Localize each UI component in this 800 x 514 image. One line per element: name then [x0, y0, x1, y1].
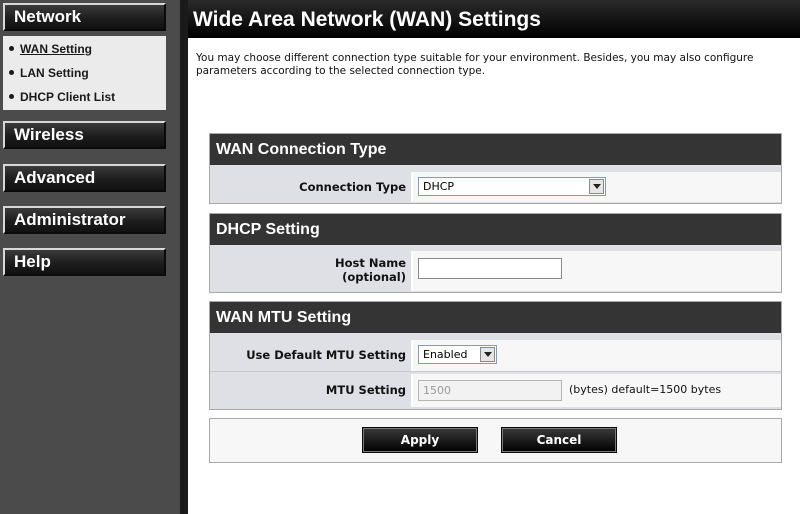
- page-header: Wide Area Network (WAN) Settings: [188, 0, 800, 38]
- cancel-button[interactable]: Cancel: [501, 427, 617, 453]
- connection-type-label: Connection Type: [210, 172, 411, 202]
- sidebar-divider: [180, 0, 188, 514]
- bullet-icon: [9, 70, 14, 76]
- submenu-item-lan-setting[interactable]: LAN Setting: [9, 66, 89, 80]
- submenu-item-label: DHCP Client List: [20, 90, 116, 104]
- dhcp-setting-panel: DHCP Setting Host Name (optional): [209, 213, 782, 293]
- connection-type-row: Connection Type DHCP: [210, 172, 781, 202]
- menu-network-button[interactable]: Network: [3, 3, 166, 31]
- menu-advanced-button[interactable]: Advanced: [3, 164, 166, 192]
- wan-mtu-panel: WAN MTU Setting Use Default MTU Setting …: [209, 301, 782, 410]
- submenu-item-dhcp-client-list[interactable]: DHCP Client List: [9, 90, 115, 104]
- menu-administrator-button[interactable]: Administrator: [3, 206, 166, 234]
- menu-help-button[interactable]: Help: [3, 248, 166, 276]
- bullet-icon: [9, 94, 14, 100]
- default-mtu-selected: Enabled: [423, 348, 468, 361]
- submenu-item-wan-setting[interactable]: WAN Setting: [9, 42, 92, 56]
- connection-type-select[interactable]: DHCP: [418, 177, 606, 196]
- host-name-label-line2: (optional): [342, 270, 406, 284]
- page-title: Wide Area Network (WAN) Settings: [193, 8, 541, 31]
- mtu-setting-value-cell: 1500 (bytes) default=1500 bytes: [413, 374, 781, 407]
- bullet-icon: [9, 46, 14, 52]
- panel-title: WAN MTU Setting: [210, 302, 781, 333]
- actions-panel: Apply Cancel: [209, 418, 782, 463]
- mtu-input[interactable]: 1500: [418, 380, 562, 401]
- mtu-setting-row: MTU Setting 1500 (bytes) default=1500 by…: [210, 374, 781, 407]
- chevron-down-icon[interactable]: [589, 179, 604, 194]
- connection-type-value-cell: DHCP: [413, 172, 781, 202]
- host-name-row: Host Name (optional): [210, 251, 781, 291]
- submenu-item-label: LAN Setting: [20, 66, 89, 80]
- row-divider: [210, 371, 781, 372]
- mtu-setting-label: MTU Setting: [210, 374, 411, 407]
- default-mtu-label: Use Default MTU Setting: [210, 340, 411, 371]
- panel-title: DHCP Setting: [210, 214, 781, 245]
- mtu-hint: (bytes) default=1500 bytes: [569, 383, 722, 396]
- default-mtu-select[interactable]: Enabled: [418, 345, 497, 364]
- sidebar: Network WAN Setting LAN Setting DHCP Cli…: [0, 0, 180, 514]
- chevron-down-icon[interactable]: [480, 347, 495, 362]
- apply-button[interactable]: Apply: [362, 427, 478, 453]
- panel-title: WAN Connection Type: [210, 134, 781, 165]
- default-mtu-value-cell: Enabled: [413, 340, 781, 371]
- page-description: You may choose different connection type…: [196, 52, 754, 77]
- network-submenu: WAN Setting LAN Setting DHCP Client List: [3, 36, 166, 110]
- host-name-label-line1: Host Name: [334, 256, 406, 270]
- host-name-value-cell: [413, 251, 781, 291]
- connection-type-selected: DHCP: [423, 180, 455, 193]
- wan-connection-panel: WAN Connection Type Connection Type DHCP: [209, 133, 782, 204]
- host-name-input[interactable]: [418, 258, 562, 279]
- submenu-item-label: WAN Setting: [20, 42, 92, 56]
- menu-wireless-button[interactable]: Wireless: [3, 121, 166, 149]
- host-name-label: Host Name (optional): [210, 251, 411, 291]
- default-mtu-row: Use Default MTU Setting Enabled: [210, 340, 781, 371]
